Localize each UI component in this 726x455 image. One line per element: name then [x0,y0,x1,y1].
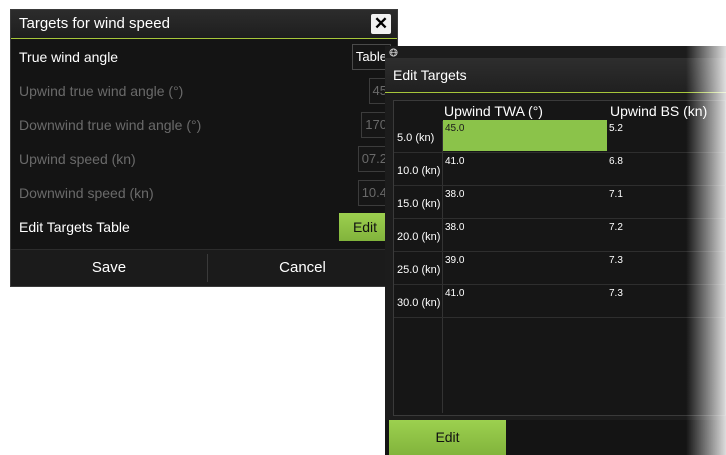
cell-upwind-twa[interactable]: 39.0 [443,252,607,283]
upwind-speed-label: Upwind speed (kn) [19,151,136,167]
cell-upwind-twa[interactable]: 41.0 [443,153,607,184]
cell-upwind-bs[interactable]: 7.2 [607,219,726,250]
save-button[interactable]: Save [11,250,207,286]
row-label: 30.0 (kn) [397,297,441,309]
table-row: 5.0 (kn) 45.0 5.2 [394,120,726,153]
cell-upwind-bs[interactable]: 7.3 [607,252,726,283]
table-row: 15.0 (kn) 38.0 7.1 [394,186,726,219]
cell-upwind-bs[interactable]: 7.1 [607,186,726,217]
targets-table: Upwind TWA (°) Upwind BS (kn) 5.0 (kn) 4… [393,100,726,416]
row-label: 20.0 (kn) [397,231,441,243]
edit-targets-table-row: Edit Targets Table Edit [11,210,397,244]
dialog-footer: Save Cancel [11,249,397,286]
cell-upwind-twa[interactable]: 38.0 [443,219,607,250]
table-row: 10.0 (kn) 41.0 6.8 [394,153,726,186]
cell-upwind-twa[interactable]: 45.0 [443,120,607,151]
upwind-speed-row: Upwind speed (kn) 07.2 [11,142,397,176]
dialog-title: Targets for wind speed [19,15,170,32]
edit-button[interactable]: Edit [389,420,506,455]
close-icon[interactable]: ✕ [371,14,391,34]
edit-targets-title-bar: Edit Targets [385,58,726,93]
edit-targets-footer: Edit [385,420,726,455]
true-wind-angle-row[interactable]: True wind angle Table [11,40,397,74]
table-row: 25.0 (kn) 39.0 7.3 [394,252,726,285]
column-header-upwind-twa: Upwind TWA (°) [444,103,543,119]
table-row: 20.0 (kn) 38.0 7.2 [394,219,726,252]
cell-upwind-twa[interactable]: 41.0 [443,285,607,316]
downwind-speed-row: Downwind speed (kn) 10.4 [11,176,397,210]
cell-upwind-bs[interactable]: 6.8 [607,153,726,184]
row-label: 15.0 (kn) [397,198,441,210]
cancel-button[interactable]: Cancel [208,250,397,286]
cell-upwind-bs[interactable]: 7.3 [607,285,726,316]
targets-for-wind-speed-dialog: Targets for wind speed ✕ True wind angle… [10,9,398,287]
edit-targets-panel: Edit Targets Upwind TWA (°) Upwind BS (k… [385,46,726,455]
table-row: 30.0 (kn) 41.0 7.3 [394,285,726,318]
row-label: 25.0 (kn) [397,264,441,276]
upwind-twa-row: Upwind true wind angle (°) 45 [11,74,397,108]
row-label: 5.0 (kn) [397,132,435,144]
column-header-upwind-bs: Upwind BS (kn) [610,103,708,119]
cell-upwind-bs[interactable]: 5.2 [607,120,726,151]
upwind-twa-label: Upwind true wind angle (°) [19,83,184,99]
edit-targets-button[interactable]: Edit [339,213,391,241]
true-wind-angle-label: True wind angle [19,49,119,65]
downwind-twa-row: Downwind true wind angle (°) 170 [11,108,397,142]
dialog-title-bar: Targets for wind speed ✕ [11,10,397,39]
cell-upwind-twa[interactable]: 38.0 [443,186,607,217]
edit-targets-title: Edit Targets [393,67,467,83]
edit-targets-table-label: Edit Targets Table [19,219,130,235]
downwind-twa-label: Downwind true wind angle (°) [19,117,202,133]
row-label: 10.0 (kn) [397,165,441,177]
downwind-speed-label: Downwind speed (kn) [19,185,154,201]
